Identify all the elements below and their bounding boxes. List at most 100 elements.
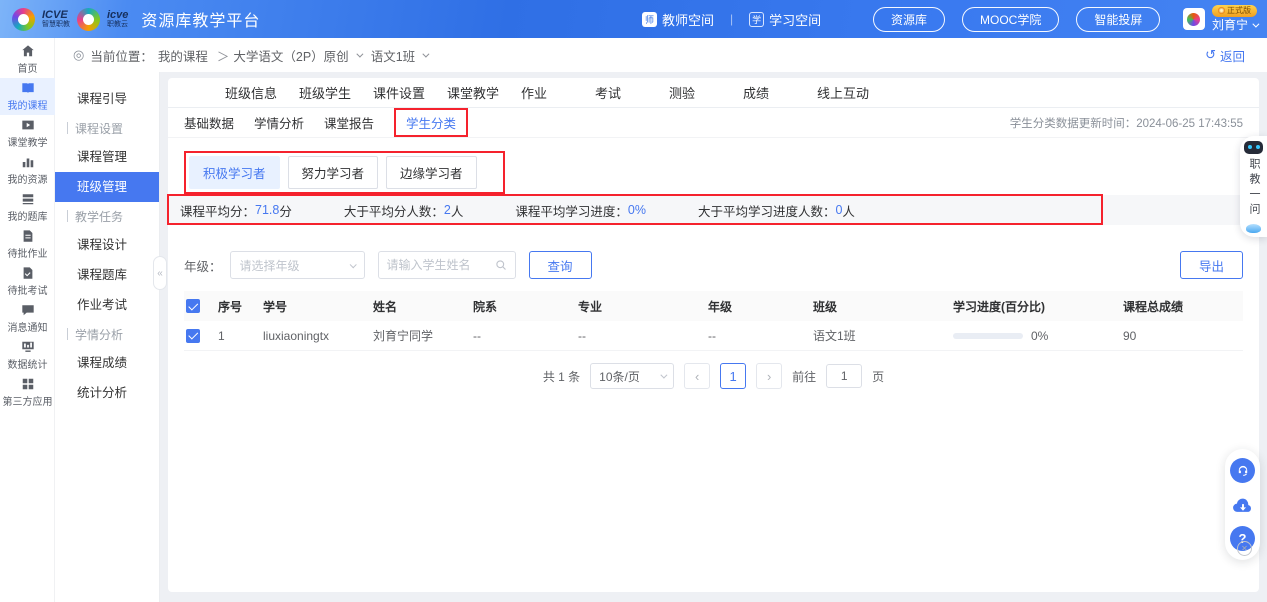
learner-tab-active[interactable]: 积极学习者: [189, 156, 280, 189]
tab-quiz[interactable]: 测验: [669, 83, 743, 102]
course-side-menu: 课程引导 课程设置 课程管理 班级管理 教学任务 课程设计 课程题库 作业考试 …: [55, 72, 160, 602]
chevron-down-icon[interactable]: [423, 50, 430, 57]
export-button[interactable]: 导出: [1180, 251, 1243, 279]
query-button[interactable]: 查询: [529, 251, 592, 279]
goto-page-input[interactable]: [826, 364, 862, 388]
sidebar-item-my-resources[interactable]: 我的资源: [0, 152, 55, 189]
sidebar-item-my-question-bank[interactable]: 我的题库: [0, 189, 55, 226]
breadcrumb-prefix: 当前位置：: [90, 46, 153, 65]
learner-filter-row: 积极学习者 努力学习者 边缘学习者: [168, 151, 1259, 194]
progress-label: 0%: [1031, 329, 1048, 343]
home-icon: [21, 44, 35, 58]
user-avatar[interactable]: [1183, 8, 1205, 30]
col-student-id: 学号: [263, 298, 373, 315]
support-button[interactable]: [1230, 458, 1255, 483]
menu-statistical-analysis[interactable]: 统计分析: [55, 378, 159, 408]
annotation-box-student-classification: 学生分类: [394, 108, 468, 137]
brand-area: ICVE 智慧职教 icve 职教云 资源库教学平台: [0, 7, 260, 31]
sidebar-item-pending-homework[interactable]: 待批作业: [0, 226, 55, 263]
tab-grades[interactable]: 成绩: [743, 83, 817, 102]
sidebar-item-third-party-apps[interactable]: 第三方应用: [0, 374, 55, 411]
teacher-space-tab[interactable]: 师 教师空间: [642, 10, 714, 29]
menu-class-management[interactable]: 班级管理: [55, 172, 159, 202]
grade-select[interactable]: 请选择年级: [230, 251, 365, 279]
subtab-student-classification[interactable]: 学生分类: [406, 113, 456, 132]
sidebar-item-notifications[interactable]: 消息通知: [0, 300, 55, 337]
subtab-learning-analysis[interactable]: 学情分析: [254, 113, 304, 132]
sidebar-item-home[interactable]: 首页: [0, 41, 55, 78]
back-button[interactable]: ↺ 返回: [1205, 46, 1245, 65]
progress-bar: [953, 333, 1023, 339]
stats-bar: 课程平均分：71.8分 大于平均分人数：2人 课程平均学习进度：0% 大于平均学…: [168, 195, 1259, 225]
sidebar-item-pending-exams[interactable]: 待批考试: [0, 263, 55, 300]
monitor-chart-icon: [21, 340, 35, 354]
user-name-menu[interactable]: 刘育宁: [1212, 17, 1257, 33]
tab-class-info[interactable]: 班级信息: [225, 83, 299, 102]
menu-homework-exam[interactable]: 作业考试: [55, 290, 159, 320]
stat-average-progress: 课程平均学习进度：0%: [515, 201, 646, 220]
breadcrumb-course-select[interactable]: 大学语文（2P）原创: [233, 46, 348, 65]
headset-icon: [1236, 464, 1250, 478]
close-toolbar-button[interactable]: ✕: [1237, 541, 1252, 556]
student-name-input[interactable]: [387, 258, 495, 272]
tab-class-students[interactable]: 班级学生: [299, 83, 373, 102]
chevron-down-icon[interactable]: [356, 50, 363, 57]
menu-course-guide[interactable]: 课程引导: [55, 84, 159, 114]
menu-course-grades[interactable]: 课程成绩: [55, 348, 159, 378]
learner-tab-marginal[interactable]: 边缘学习者: [386, 156, 477, 189]
sidebar-item-data-statistics[interactable]: 数据统计: [0, 337, 55, 374]
medal-icon: [1218, 7, 1225, 14]
tab-homework[interactable]: 作业: [521, 83, 595, 102]
resource-library-button[interactable]: 资源库: [873, 7, 945, 32]
menu-course-design[interactable]: 课程设计: [55, 230, 159, 260]
prev-page-button[interactable]: ‹: [684, 363, 710, 389]
bar-columns-icon: [21, 155, 35, 169]
subtab-class-report[interactable]: 课堂报告: [324, 113, 374, 132]
select-all-checkbox[interactable]: [186, 299, 200, 313]
menu-course-question-bank[interactable]: 课程题库: [55, 260, 159, 290]
breadcrumb-my-courses[interactable]: 我的课程: [158, 46, 208, 65]
menu-course-management[interactable]: 课程管理: [55, 142, 159, 172]
mooc-college-button[interactable]: MOOC学院: [962, 7, 1059, 32]
next-page-button[interactable]: ›: [756, 363, 782, 389]
learner-tab-hardworking[interactable]: 努力学习者: [288, 156, 379, 189]
cell-progress: 0%: [953, 329, 1123, 343]
sidebar-item-classroom-teaching[interactable]: 课堂教学: [0, 115, 55, 152]
assistant-label: 职教一问: [1248, 158, 1259, 218]
learning-space-tab[interactable]: 学 学习空间: [749, 10, 821, 29]
page-size-select[interactable]: 10条/页: [590, 363, 674, 389]
tab-classroom-teaching[interactable]: 课堂教学: [447, 83, 521, 102]
app-title: 资源库教学平台: [141, 7, 260, 31]
menu-collapse-handle[interactable]: «: [153, 256, 167, 290]
search-icon: [495, 259, 507, 271]
cell-major: --: [578, 329, 708, 343]
zjy-logo-icon: [77, 8, 100, 31]
menu-section-teaching-tasks: 教学任务: [55, 202, 159, 230]
smart-screen-button[interactable]: 智能投屏: [1076, 7, 1160, 32]
stat-course-average-score: 课程平均分：71.8分: [180, 201, 292, 220]
tab-exam[interactable]: 考试: [595, 83, 669, 102]
table-header-row: 序号 学号 姓名 院系 专业 年级 班级 学习进度(百分比) 课程总成绩: [184, 291, 1243, 321]
ai-assistant-widget[interactable]: 职教一问: [1240, 136, 1267, 237]
tab-courseware-settings[interactable]: 课件设置: [373, 83, 447, 102]
stat-above-average-progress-count: 大于平均学习进度人数：0人: [698, 201, 855, 220]
subtab-basic-data[interactable]: 基础数据: [184, 113, 234, 132]
breadcrumb: ◎ 当前位置： 我的课程 ＞ 大学语文（2P）原创 语文1班 ↺ 返回: [55, 38, 1267, 72]
col-seq: 序号: [218, 298, 263, 315]
zjy-logo-subtext: 职教云: [107, 21, 128, 28]
students-table: 序号 学号 姓名 院系 专业 年级 班级 学习进度(百分比) 课程总成绩 1 l…: [184, 291, 1243, 351]
teacher-space-icon: 师: [642, 12, 657, 27]
row-checkbox[interactable]: [186, 329, 200, 343]
col-grade: 年级: [708, 298, 813, 315]
header-quick-links: 资源库 MOOC学院 智能投屏: [873, 0, 1160, 38]
download-button[interactable]: [1230, 492, 1255, 517]
pagination-total: 共 1 条: [543, 368, 580, 385]
icon-rail: 首页 我的课程 课堂教学 我的资源 我的题库 待批作业 待批考试 消息通知 数据…: [0, 38, 55, 602]
top-header: ICVE 智慧职教 icve 职教云 资源库教学平台 师 教师空间 | 学 学习…: [0, 0, 1267, 38]
sidebar-item-my-courses[interactable]: 我的课程: [0, 78, 55, 115]
col-name: 姓名: [373, 298, 473, 315]
breadcrumb-class-select[interactable]: 语文1班: [371, 46, 415, 65]
cell-seq: 1: [218, 329, 263, 343]
current-page-button[interactable]: 1: [720, 363, 746, 389]
tab-online-interaction[interactable]: 线上互动: [817, 83, 891, 102]
